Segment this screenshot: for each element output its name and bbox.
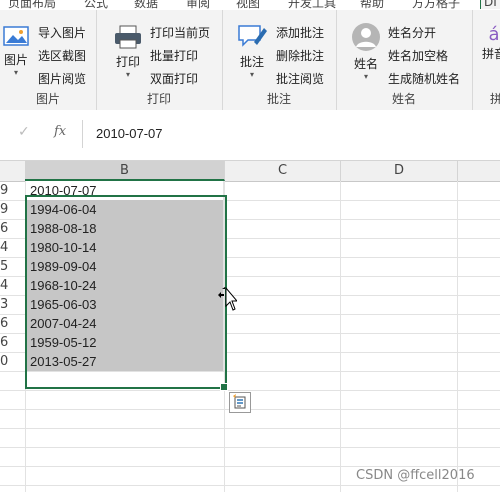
ribbon-group-picture: 图片 ▾ 导入图片 选区截图 图片阅览 图片 xyxy=(0,10,97,110)
print-button[interactable]: 打印 ▾ xyxy=(110,24,146,80)
row-number[interactable]: 4 xyxy=(0,276,10,295)
picture-viewer-button[interactable]: 图片阅览 xyxy=(38,70,86,87)
import-picture-button[interactable]: 导入图片 xyxy=(38,24,86,41)
ribbon-group-pinyin: á 拼音 拼 xyxy=(472,10,500,110)
row-number[interactable]: 0 xyxy=(0,352,10,371)
picture-button[interactable]: 图片 ▾ xyxy=(0,24,32,78)
split-name-button[interactable]: 姓名分开 xyxy=(388,24,436,41)
chevron-down-icon: ▾ xyxy=(363,72,368,81)
picture-icon xyxy=(3,26,29,46)
table-row xyxy=(0,428,500,448)
selection-border xyxy=(25,195,227,389)
user-icon xyxy=(352,23,380,51)
column-headers: B C D xyxy=(0,160,500,182)
add-comment-button[interactable]: 添加批注 xyxy=(276,24,324,41)
tab-data[interactable]: 数据 xyxy=(134,0,158,10)
quick-analysis-button[interactable] xyxy=(229,392,251,413)
table-row xyxy=(0,447,500,467)
tab-help[interactable]: 帮助 xyxy=(360,0,384,10)
tab-page-layout[interactable]: 页面布局 xyxy=(8,0,56,10)
row-number[interactable]: 6 xyxy=(0,219,10,238)
tab-active[interactable]: DI xyxy=(480,0,500,9)
delete-comment-button[interactable]: 删除批注 xyxy=(276,47,324,64)
ribbon-group-comment: 批注 ▾ 添加批注 删除批注 批注阅览 批注 xyxy=(222,10,337,110)
row-number[interactable]: 9 xyxy=(0,181,10,200)
printer-icon xyxy=(115,25,141,49)
comment-icon xyxy=(238,25,267,47)
name-add-space-button[interactable]: 姓名加空格 xyxy=(388,47,448,64)
ribbon: 图片 ▾ 导入图片 选区截图 图片阅览 图片 打印 ▾ 打印当前页 批量打印 双… xyxy=(0,10,500,111)
tab-view[interactable]: 视图 xyxy=(236,0,260,10)
ribbon-group-label: 拼 xyxy=(490,92,500,106)
row-number[interactable]: 6 xyxy=(0,314,10,333)
random-name-button[interactable]: 生成随机姓名 xyxy=(388,70,460,87)
comment-viewer-button[interactable]: 批注阅览 xyxy=(276,70,324,87)
row-number[interactable]: 5 xyxy=(0,257,10,276)
chevron-down-icon: ▾ xyxy=(125,70,130,79)
tab-formulas[interactable]: 公式 xyxy=(84,0,108,10)
pinyin-label: 拼音 xyxy=(482,47,500,61)
ribbon-tab-bar: 页面布局 公式 数据 审阅 视图 开发工具 帮助 方方格子 DI xyxy=(0,0,500,10)
batch-print-button[interactable]: 批量打印 xyxy=(150,47,198,64)
check-icon[interactable]: ✓ xyxy=(18,124,30,140)
row-number[interactable]: 3 xyxy=(0,295,10,314)
duplex-print-button[interactable]: 双面打印 xyxy=(150,70,198,87)
move-cursor-icon xyxy=(218,287,237,311)
column-header-d[interactable]: D xyxy=(341,161,458,181)
picture-label: 图片 xyxy=(3,53,28,67)
ribbon-group-name: 姓名 ▾ 姓名分开 姓名加空格 生成随机姓名 姓名 xyxy=(336,10,473,110)
comment-label: 批注 xyxy=(239,55,264,69)
formula-value: 2010-07-07 xyxy=(96,126,163,141)
tab-developer[interactable]: 开发工具 xyxy=(288,0,336,10)
fill-handle[interactable] xyxy=(220,383,228,391)
row-number[interactable]: 6 xyxy=(0,333,10,352)
region-screenshot-button[interactable]: 选区截图 xyxy=(38,47,86,64)
ribbon-group-label: 打印 xyxy=(146,92,171,106)
fx-icon[interactable]: fx xyxy=(54,124,66,139)
tab-review[interactable]: 审阅 xyxy=(186,0,210,10)
print-label: 打印 xyxy=(115,55,140,69)
row-number[interactable]: 4 xyxy=(0,238,10,257)
pinyin-button[interactable]: á 拼音 xyxy=(482,24,500,62)
ribbon-group-print: 打印 ▾ 打印当前页 批量打印 双面打印 打印 xyxy=(96,10,223,110)
column-header-c[interactable]: C xyxy=(225,161,341,181)
chevron-down-icon: ▾ xyxy=(249,70,254,79)
ribbon-group-label: 姓名 xyxy=(391,92,416,106)
watermark: CSDN @ffcell2016 xyxy=(356,468,475,483)
print-current-page-button[interactable]: 打印当前页 xyxy=(150,24,210,41)
tab-ffcell[interactable]: 方方格子 xyxy=(412,0,460,10)
name-button[interactable]: 姓名 ▾ xyxy=(346,22,386,82)
comment-button[interactable]: 批注 ▾ xyxy=(234,22,270,80)
name-label: 姓名 xyxy=(353,57,378,71)
pinyin-icon: á xyxy=(488,24,500,45)
row-number[interactable]: 9 xyxy=(0,200,10,219)
chevron-down-icon: ▾ xyxy=(13,68,18,77)
ribbon-group-label: 批注 xyxy=(266,92,291,106)
ribbon-group-label: 图片 xyxy=(35,92,60,106)
quick-analysis-icon xyxy=(233,394,246,409)
column-header-b[interactable]: B xyxy=(25,161,225,181)
